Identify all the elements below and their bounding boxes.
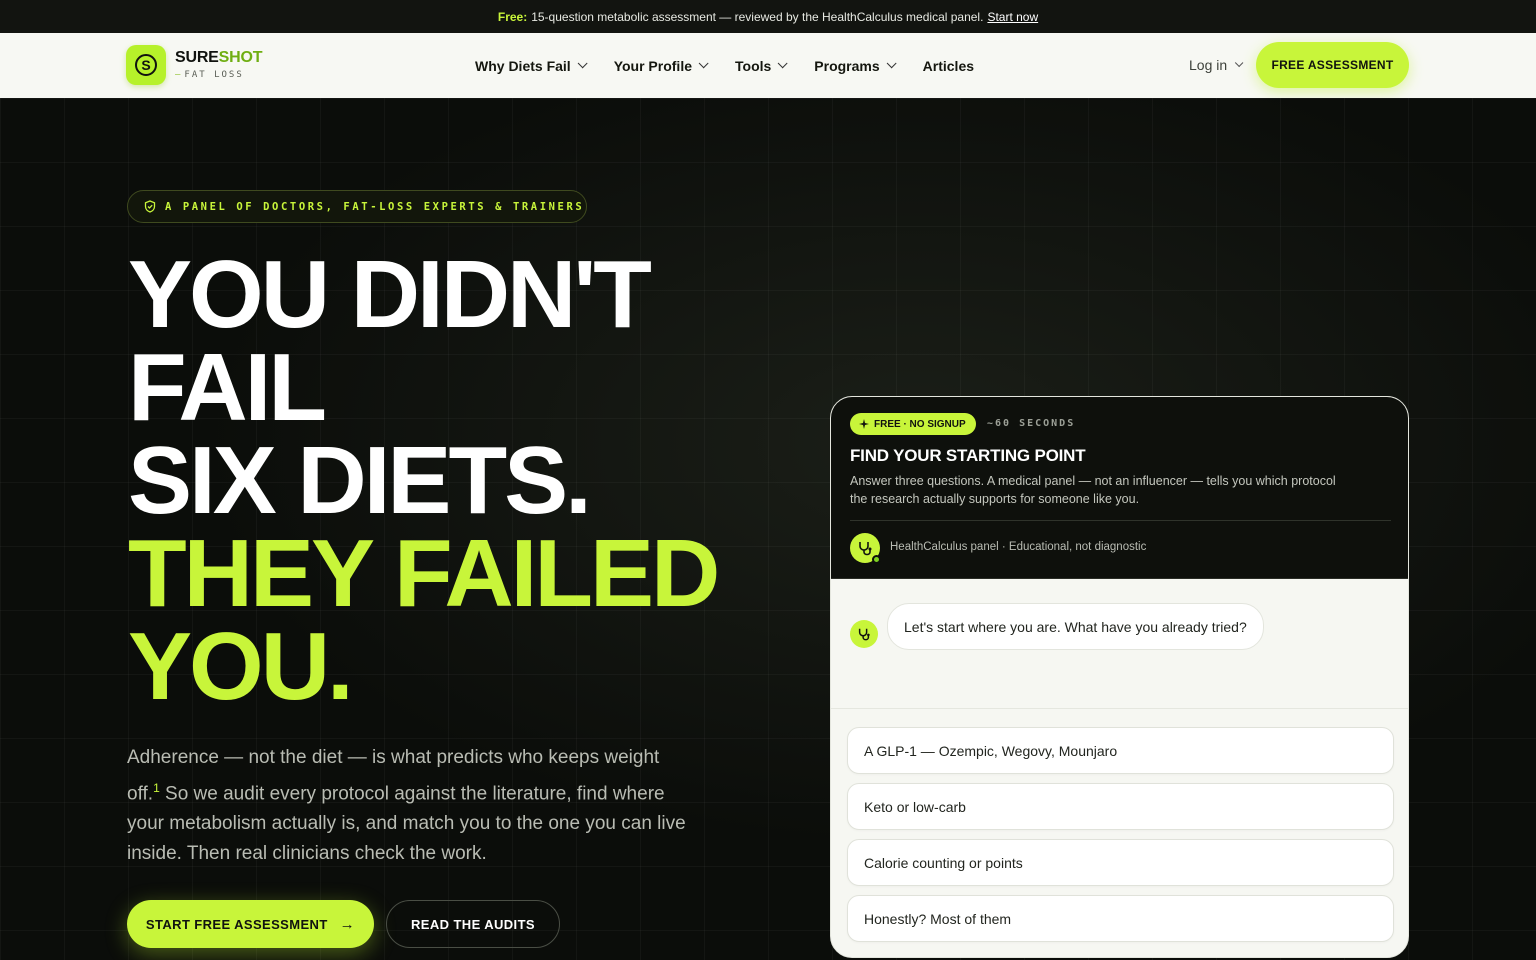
chevron-down-icon [698, 58, 709, 69]
read-the-audits-button[interactable]: READ THE AUDITS [386, 900, 560, 948]
headline-line-3: SIX DIETS. [128, 427, 592, 534]
panel-pill-text: A PANEL OF DOCTORS, FAT-LOSS EXPERTS & T… [165, 200, 585, 213]
footnote-ref[interactable]: 1 [153, 781, 160, 795]
option-most-of-them[interactable]: Honestly? Most of them [847, 895, 1394, 942]
card-header: FREE · NO SIGNUP ~60 SECONDS FIND YOUR S… [831, 397, 1408, 579]
start-button-label: START FREE ASSESSMENT [145, 916, 328, 932]
logo-subtitle: — FAT LOSS [175, 71, 262, 80]
logo-brand-b: SHOT [218, 49, 263, 66]
option-glp1[interactable]: A GLP-1 — Ozempic, Wegovy, Mounjaro [847, 727, 1394, 774]
free-badge: FREE · NO SIGNUP [850, 413, 976, 435]
desc-part-2: So we audit every protocol against the l… [127, 783, 686, 865]
logo-brand-a: SURE [175, 49, 219, 66]
headline-accent-2: YOU. [128, 613, 354, 720]
chevron-down-icon [577, 58, 588, 69]
nav-item-label: Why Diets Fail [475, 57, 571, 74]
site-header: S SURESHOT — FAT LOSS Why Diets Fail Your… [0, 33, 1536, 98]
headline-line-1: YOU DIDN'T [128, 241, 652, 348]
headline-line-2: FAIL [128, 334, 327, 441]
login-label: Log in [1189, 57, 1228, 73]
nav-item-label: Articles [922, 57, 975, 74]
logo-mark-letter: S [141, 57, 150, 73]
logo-sub-text: FAT LOSS [184, 70, 244, 80]
panel-credit: HealthCalculus panel · Educational, not … [890, 541, 1147, 553]
panel-pill: A PANEL OF DOCTORS, FAT-LOSS EXPERTS & T… [127, 190, 587, 223]
announcement-bar: Free: 15-question metabolic assessment —… [0, 0, 1536, 33]
logo-brand: SURESHOT [175, 49, 263, 66]
card-title: FIND YOUR STARTING POINT [850, 446, 1086, 465]
hero-description: Adherence — not the diet — is what predi… [127, 743, 687, 869]
nav-articles[interactable]: Articles [923, 58, 974, 74]
chat-area: Let's start where you are. What have you… [831, 579, 1408, 709]
free-assessment-button[interactable]: FREE ASSESSMENT [1256, 42, 1409, 88]
login-menu[interactable]: Log in [1189, 57, 1244, 73]
main-nav: Why Diets Fail Your Profile Tools Progra… [475, 33, 1004, 98]
headline-accent-1: THEY FAILED [128, 520, 720, 627]
arrow-right-icon: → [339, 915, 356, 933]
hero-headline: YOU DIDN'T FAIL SIX DIETS. THEY FAILED Y… [128, 241, 720, 720]
option-keto[interactable]: Keto or low-carb [847, 783, 1394, 830]
option-calorie-counting[interactable]: Calorie counting or points [847, 839, 1394, 886]
logo[interactable]: S SURESHOT — FAT LOSS [126, 45, 263, 85]
duration-label: ~60 SECONDS [987, 418, 1076, 429]
nav-programs[interactable]: Programs [814, 57, 897, 74]
nav-item-label: Tools [735, 57, 772, 74]
nav-item-label: Your Profile [613, 57, 692, 74]
chevron-down-icon [1235, 58, 1244, 68]
free-badge-label: FREE · NO SIGNUP [874, 418, 966, 430]
card-divider [850, 520, 1391, 521]
question-bubble: Let's start where you are. What have you… [887, 603, 1264, 650]
nav-why-diets-fail[interactable]: Why Diets Fail [475, 57, 588, 74]
shield-check-icon [144, 200, 156, 213]
chevron-down-icon [777, 58, 788, 69]
announcement-text: 15-question metabolic assessment — revie… [531, 9, 984, 24]
answer-options: A GLP-1 — Ozempic, Wegovy, Mounjaro Keto… [847, 727, 1394, 951]
start-free-assessment-button[interactable]: START FREE ASSESSMENT → [127, 900, 374, 948]
announcement-free-label: Free: [497, 9, 528, 24]
chevron-down-icon [886, 58, 897, 69]
nav-item-label: Programs [814, 57, 880, 74]
logo-mark-icon: S [126, 45, 166, 85]
stethoscope-icon [850, 620, 878, 648]
stethoscope-icon [850, 533, 881, 564]
announcement-start-link[interactable]: Start now [987, 10, 1038, 24]
assessment-card: FREE · NO SIGNUP ~60 SECONDS FIND YOUR S… [830, 396, 1409, 958]
logo-dash: — [175, 70, 181, 80]
hero-section: A PANEL OF DOCTORS, FAT-LOSS EXPERTS & T… [0, 98, 1536, 960]
card-description: Answer three questions. A medical panel … [850, 474, 1336, 506]
nav-your-profile[interactable]: Your Profile [613, 57, 709, 74]
online-status-dot [872, 555, 881, 564]
nav-tools[interactable]: Tools [735, 57, 788, 74]
sparkle-icon [859, 419, 869, 429]
